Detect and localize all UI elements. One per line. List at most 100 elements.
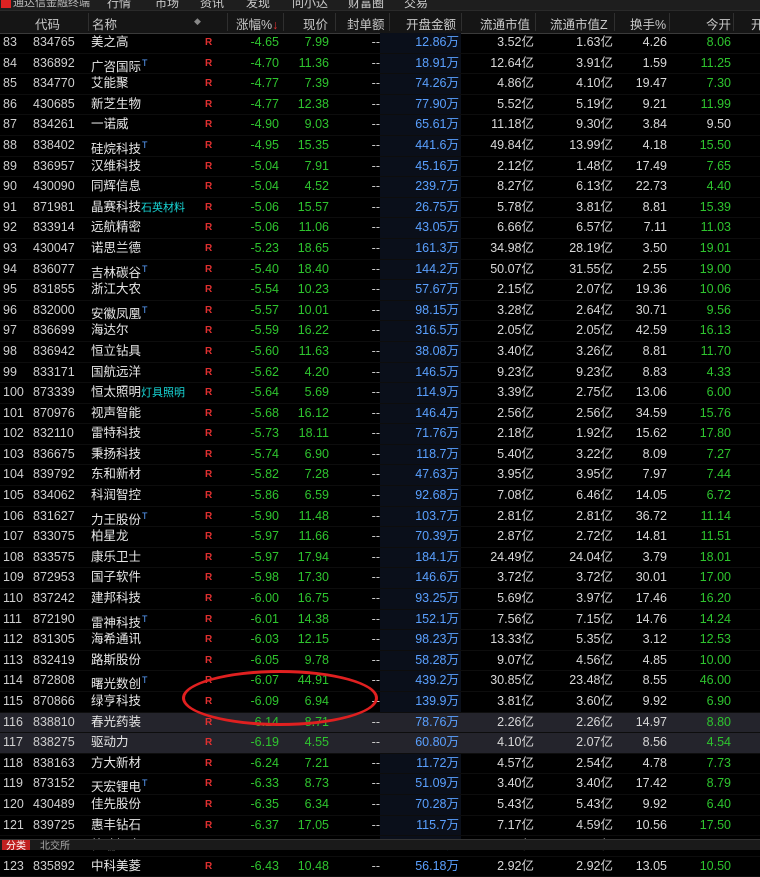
- table-row[interactable]: 111 872190 -6.01 14.38 -- 152.1万 7.56亿 7.15亿 14.…: [0, 610, 760, 631]
- column-menu-dot-icon[interactable]: ◆: [194, 16, 201, 27]
- table-row[interactable]: 84 836892 -4.70 11.36 -- 18.91万 12.64亿 3.91亿 1.5…: [0, 54, 760, 75]
- quote-table: 83 834765 -4.65 7.99 -- 12.86万 3.52亿 1.63亿 4.26 8…: [0, 33, 760, 877]
- row-number: 108: [3, 549, 24, 564]
- table-row[interactable]: 88 838402 -4.95 15.35 -- 441.6万 49.84亿 13.99亿 4.…: [0, 136, 760, 157]
- table-row[interactable]: 121 839725 -6.37 17.05 -- 115.7万 7.17亿 4.59亿 10.…: [0, 816, 760, 837]
- table-row[interactable]: 101 870976 -5.68 16.12 -- 146.4万 2.56亿 2.56亿 34.…: [0, 404, 760, 425]
- float-mcap-z: 2.07亿: [576, 735, 613, 750]
- table-row[interactable]: 118 838163 -6.24 7.21 -- 11.72万 4.57亿 2.54亿 4.78…: [0, 754, 760, 775]
- table-row[interactable]: 97 836699 -5.59 16.22 -- 316.5万 2.05亿 2.05亿 42.5…: [0, 321, 760, 342]
- table-row[interactable]: 86 430685 -4.77 12.38 -- 77.90万 5.52亿 5.19亿 9.21…: [0, 95, 760, 116]
- price: 7.91: [304, 158, 329, 173]
- table-row[interactable]: 114 872808 -6.07 44.91 -- 439.2万 30.85亿 23.48亿 8…: [0, 671, 760, 692]
- table-row[interactable]: 119 873152 -6.33 8.73 -- 51.09万 3.40亿 3.40亿 17.4…: [0, 774, 760, 795]
- tab-category[interactable]: 分类: [2, 840, 30, 850]
- table-row[interactable]: 90 430090 -5.04 4.52 -- 239.7万 8.27亿 6.13亿 22.73…: [0, 177, 760, 198]
- table-row[interactable]: 106 831627 -5.90 11.48 -- 103.7万 2.81亿 2.81亿 36.…: [0, 507, 760, 528]
- table-row[interactable]: 102 832110 -5.73 18.11 -- 71.76万 2.18亿 1.92亿 15.…: [0, 424, 760, 445]
- table-row[interactable]: 109 872953 -5.98 17.30 -- 146.6万 3.72亿 3.72亿 30.…: [0, 568, 760, 590]
- table-row[interactable]: 117 838275 -6.19 4.55 -- 60.80万 4.10亿 2.07亿 8.56…: [0, 733, 760, 754]
- column-header-seal-amount[interactable]: 封单额: [347, 14, 385, 33]
- table-row[interactable]: 83 834765 -4.65 7.99 -- 12.86万 3.52亿 1.63亿 4.26 8…: [0, 33, 760, 54]
- table-row[interactable]: 107 833075 -5.97 11.66 -- 70.39万 2.87亿 2.72亿 14.…: [0, 527, 760, 548]
- column-header-open-amount[interactable]: 开盘金额: [406, 14, 456, 33]
- table-row[interactable]: 108 833575 -5.97 17.94 -- 184.1万 24.49亿 24.04亿 3…: [0, 548, 760, 569]
- table-row[interactable]: 96 832000 -5.57 10.01 -- 98.15万 3.28亿 2.64亿 30.7…: [0, 301, 760, 322]
- column-header-name[interactable]: 名称: [92, 14, 117, 33]
- stock-code: 873339: [33, 385, 75, 400]
- table-row[interactable]: 99 833171 -5.62 4.20 -- 146.5万 9.23亿 9.23亿 8.83 4…: [0, 363, 760, 384]
- tab-bse[interactable]: 北交所: [40, 840, 70, 850]
- table-row[interactable]: 110 837242 -6.00 16.75 -- 93.25万 5.69亿 3.97亿 17.…: [0, 589, 760, 610]
- table-row[interactable]: 103 836675 -5.74 6.90 -- 118.7万 5.40亿 3.22亿 8.09…: [0, 445, 760, 466]
- table-row[interactable]: 87 834261 -4.90 9.03 -- 65.61万 11.18亿 9.30亿 3.84…: [0, 115, 760, 136]
- column-header-change-pct[interactable]: 涨幅%↓: [236, 14, 278, 33]
- column-divider[interactable]: [283, 13, 284, 31]
- seal-amount: --: [371, 323, 380, 338]
- menu-item-trade[interactable]: 交易: [404, 0, 428, 10]
- stock-code: 832000: [33, 302, 75, 317]
- stock-name: 海希通讯: [91, 630, 141, 650]
- column-divider[interactable]: [733, 13, 734, 31]
- seal-amount: --: [371, 858, 380, 873]
- column-header-float-mcap-z[interactable]: 流通市值Z: [550, 14, 608, 33]
- menu-item-ask[interactable]: 问小达: [292, 0, 328, 10]
- menu-item-market[interactable]: 市场: [155, 0, 179, 10]
- table-row[interactable]: 123 835892 -6.43 10.48 -- 56.18万 2.92亿 2.92亿 13.…: [0, 857, 760, 877]
- table-row[interactable]: 85 834770 -4.77 7.39 -- 74.26万 4.86亿 4.10亿 19.47…: [0, 74, 760, 95]
- table-row[interactable]: 93 430047 -5.23 18.65 -- 161.3万 34.98亿 28.19亿 3.…: [0, 239, 760, 260]
- margin-r-icon: R: [205, 634, 213, 646]
- table-row[interactable]: 112 831305 -6.03 12.15 -- 98.23万 13.33亿 5.35亿 3.…: [0, 630, 760, 651]
- open-price: 11.99: [700, 96, 731, 111]
- column-divider[interactable]: [335, 13, 336, 31]
- table-row[interactable]: 105 834062 -5.86 6.59 -- 92.68万 7.08亿 6.46亿 14.0…: [0, 486, 760, 507]
- table-row[interactable]: 100 873339 -5.64 5.69 -- 114.9万 3.39亿 2.75亿 13.0…: [0, 383, 760, 404]
- menu-item-news[interactable]: 资讯: [200, 0, 224, 10]
- stock-name: 远航精密: [91, 218, 141, 238]
- column-divider[interactable]: [88, 13, 89, 31]
- column-divider[interactable]: [227, 13, 228, 31]
- stock-code: 832419: [33, 652, 75, 667]
- turnover-pct: 8.55: [642, 673, 667, 688]
- column-header-turnover[interactable]: 换手%: [630, 14, 666, 33]
- table-row[interactable]: 91 871981 -5.06 15.57 -- 26.75万 5.78亿 3.81亿 8.81…: [0, 198, 760, 219]
- column-divider[interactable]: [461, 13, 462, 31]
- table-row[interactable]: 104 839792 -5.82 7.28 -- 47.63万 3.95亿 3.95亿 7.97…: [0, 465, 760, 487]
- column-header-open[interactable]: 今开: [706, 14, 731, 33]
- margin-r-icon: R: [205, 325, 213, 337]
- stock-name: 恒太照明灯具照明: [91, 383, 185, 404]
- column-divider[interactable]: [389, 13, 390, 31]
- table-row[interactable]: 120 430489 -6.35 6.34 -- 70.28万 5.43亿 5.43亿 9.92…: [0, 795, 760, 816]
- table-row[interactable]: 95 831855 -5.54 10.23 -- 57.67万 2.15亿 2.07亿 19.3…: [0, 280, 760, 301]
- app-title: 通达信金融终端: [13, 0, 90, 9]
- column-header-truncated[interactable]: 开: [751, 14, 760, 33]
- row-number: 86: [3, 96, 17, 111]
- table-row[interactable]: 92 833914 -5.06 11.06 -- 43.05万 6.66亿 6.57亿 7.11…: [0, 218, 760, 239]
- column-divider[interactable]: [614, 13, 615, 31]
- table-row[interactable]: 94 836077 -5.40 18.40 -- 144.2万 50.07亿 31.55亿 2.…: [0, 260, 760, 281]
- column-header-code[interactable]: 代码: [35, 14, 60, 33]
- price: 11.63: [298, 343, 329, 358]
- row-number: 111: [3, 611, 23, 626]
- row-number: 88: [3, 137, 17, 152]
- open-amount: 74.26万: [415, 76, 459, 91]
- open-price: 4.33: [706, 364, 731, 379]
- table-row[interactable]: 116 838810 -6.14 8.71 -- 78.76万 2.26亿 2.26亿 14.9…: [0, 712, 760, 734]
- column-divider[interactable]: [535, 13, 536, 31]
- table-row[interactable]: 98 836942 -5.60 11.63 -- 38.08万 3.40亿 3.26亿 8.81…: [0, 342, 760, 363]
- table-row[interactable]: 113 832419 -6.05 9.78 -- 58.28万 9.07亿 4.56亿 4.85…: [0, 651, 760, 672]
- menu-item-wealth[interactable]: 财富圈: [348, 0, 384, 10]
- stock-code: 834765: [33, 35, 75, 49]
- row-number: 92: [3, 220, 17, 235]
- table-row[interactable]: 89 836957 -5.04 7.91 -- 45.16万 2.12亿 1.48亿 17.49…: [0, 157, 760, 178]
- stock-name-text: 康乐卫士: [91, 549, 142, 564]
- column-divider[interactable]: [669, 13, 670, 31]
- column-header-float-mcap[interactable]: 流通市值: [480, 14, 530, 33]
- stock-name-text: 恒立钻具: [91, 343, 142, 358]
- column-header-price[interactable]: 现价: [303, 14, 328, 33]
- table-row[interactable]: 115 870866 -6.09 6.94 -- 139.9万 3.81亿 3.60亿 9.92…: [0, 692, 760, 713]
- menu-item-quotes[interactable]: 行情: [107, 0, 131, 10]
- menu-item-discover[interactable]: 发现: [246, 0, 270, 10]
- open-amount: 118.7万: [416, 446, 459, 461]
- turnover-pct: 8.81: [642, 199, 667, 214]
